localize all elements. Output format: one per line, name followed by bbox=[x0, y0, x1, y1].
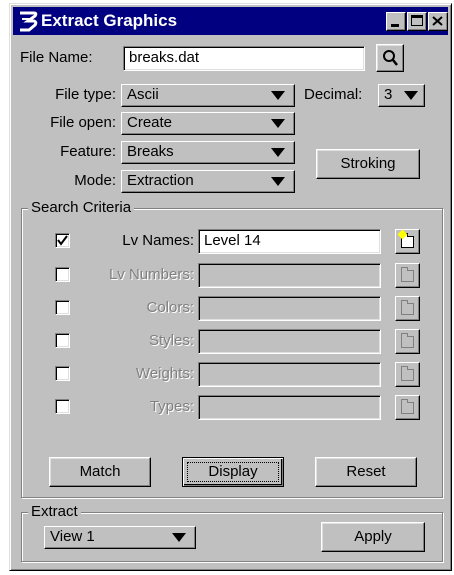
maximize-button[interactable] bbox=[407, 12, 427, 31]
search-criteria-legend: Search Criteria bbox=[28, 199, 135, 216]
types-checkbox[interactable] bbox=[55, 399, 70, 414]
styles-picker-button[interactable] bbox=[395, 329, 420, 354]
focus-rect bbox=[187, 462, 279, 482]
extract-legend: Extract bbox=[28, 503, 81, 520]
colors-label: Colors: bbox=[146, 299, 194, 316]
view-dropdown[interactable]: View 1 bbox=[44, 526, 196, 549]
weights-checkbox[interactable] bbox=[55, 366, 70, 381]
mode-value: Extraction bbox=[127, 172, 194, 189]
file-type-label: File type: bbox=[55, 86, 116, 103]
lv-names-checkbox[interactable] bbox=[55, 233, 70, 248]
file-type-dropdown[interactable]: Ascii bbox=[121, 84, 295, 107]
maximize-icon bbox=[411, 15, 423, 26]
apply-button[interactable]: Apply bbox=[321, 522, 425, 552]
lv-numbers-input[interactable] bbox=[198, 263, 381, 288]
lv-names-label: Lv Names: bbox=[122, 232, 194, 249]
match-button[interactable]: Match bbox=[49, 457, 151, 487]
weights-picker-button[interactable] bbox=[395, 362, 420, 387]
weights-label: Weights: bbox=[135, 365, 194, 382]
lv-numbers-picker-button[interactable] bbox=[395, 263, 420, 288]
minimize-button[interactable] bbox=[386, 12, 406, 31]
mode-dropdown[interactable]: Extraction bbox=[121, 170, 295, 193]
stroking-button[interactable]: Stroking bbox=[316, 149, 420, 179]
styles-input[interactable] bbox=[198, 329, 381, 354]
file-type-value: Ascii bbox=[127, 86, 159, 103]
folder-icon bbox=[401, 300, 414, 315]
lv-names-picker-button[interactable] bbox=[395, 229, 420, 254]
title-bar[interactable]: Extract Graphics bbox=[13, 7, 448, 35]
minimize-icon bbox=[391, 24, 399, 27]
chevron-down-icon bbox=[271, 91, 285, 100]
chevron-down-icon bbox=[271, 119, 285, 128]
search-icon bbox=[383, 50, 398, 66]
chevron-down-icon bbox=[271, 177, 285, 186]
bentley-b-icon bbox=[20, 11, 38, 32]
types-input[interactable] bbox=[198, 395, 381, 420]
chevron-down-icon bbox=[172, 533, 186, 542]
folder-icon bbox=[401, 366, 414, 381]
chevron-down-icon bbox=[404, 91, 418, 100]
types-label: Types: bbox=[149, 398, 194, 415]
styles-checkbox[interactable] bbox=[55, 333, 70, 348]
check-icon bbox=[57, 235, 68, 246]
close-button[interactable] bbox=[428, 12, 448, 31]
folder-icon bbox=[401, 267, 414, 282]
colors-checkbox[interactable] bbox=[55, 300, 70, 315]
lv-numbers-checkbox[interactable] bbox=[55, 267, 70, 282]
file-name-label: File Name: bbox=[20, 49, 93, 66]
lv-numbers-label: Lv Numbers: bbox=[108, 266, 194, 283]
decimal-dropdown[interactable]: 3 bbox=[378, 84, 425, 107]
decimal-value: 3 bbox=[384, 86, 393, 103]
feature-label: Feature: bbox=[60, 143, 116, 160]
mode-label: Mode: bbox=[74, 172, 116, 189]
file-open-dropdown[interactable]: Create bbox=[121, 112, 295, 135]
feature-value: Breaks bbox=[127, 143, 174, 160]
view-value: View 1 bbox=[50, 528, 95, 545]
file-open-value: Create bbox=[127, 114, 173, 131]
colors-input[interactable] bbox=[198, 296, 381, 321]
folder-icon bbox=[401, 333, 414, 348]
weights-input[interactable] bbox=[198, 362, 381, 387]
window-title: Extract Graphics bbox=[41, 11, 178, 30]
browse-button[interactable] bbox=[376, 44, 404, 72]
extract-graphics-window: Extract Graphics File Name: breaks.dat F… bbox=[9, 3, 452, 571]
decimal-label: Decimal: bbox=[304, 86, 363, 103]
reset-button[interactable]: Reset bbox=[315, 457, 417, 487]
chevron-down-icon bbox=[271, 148, 285, 157]
styles-label: Styles: bbox=[148, 332, 194, 349]
file-name-input[interactable]: breaks.dat bbox=[123, 46, 365, 71]
file-open-label: File open: bbox=[50, 114, 116, 131]
lv-names-input[interactable]: Level 14 bbox=[198, 229, 381, 254]
feature-dropdown[interactable]: Breaks bbox=[121, 141, 295, 164]
colors-picker-button[interactable] bbox=[395, 296, 420, 321]
display-button[interactable]: Display bbox=[182, 457, 284, 487]
types-picker-button[interactable] bbox=[395, 395, 420, 420]
close-icon bbox=[432, 16, 443, 26]
folder-icon bbox=[401, 399, 414, 414]
